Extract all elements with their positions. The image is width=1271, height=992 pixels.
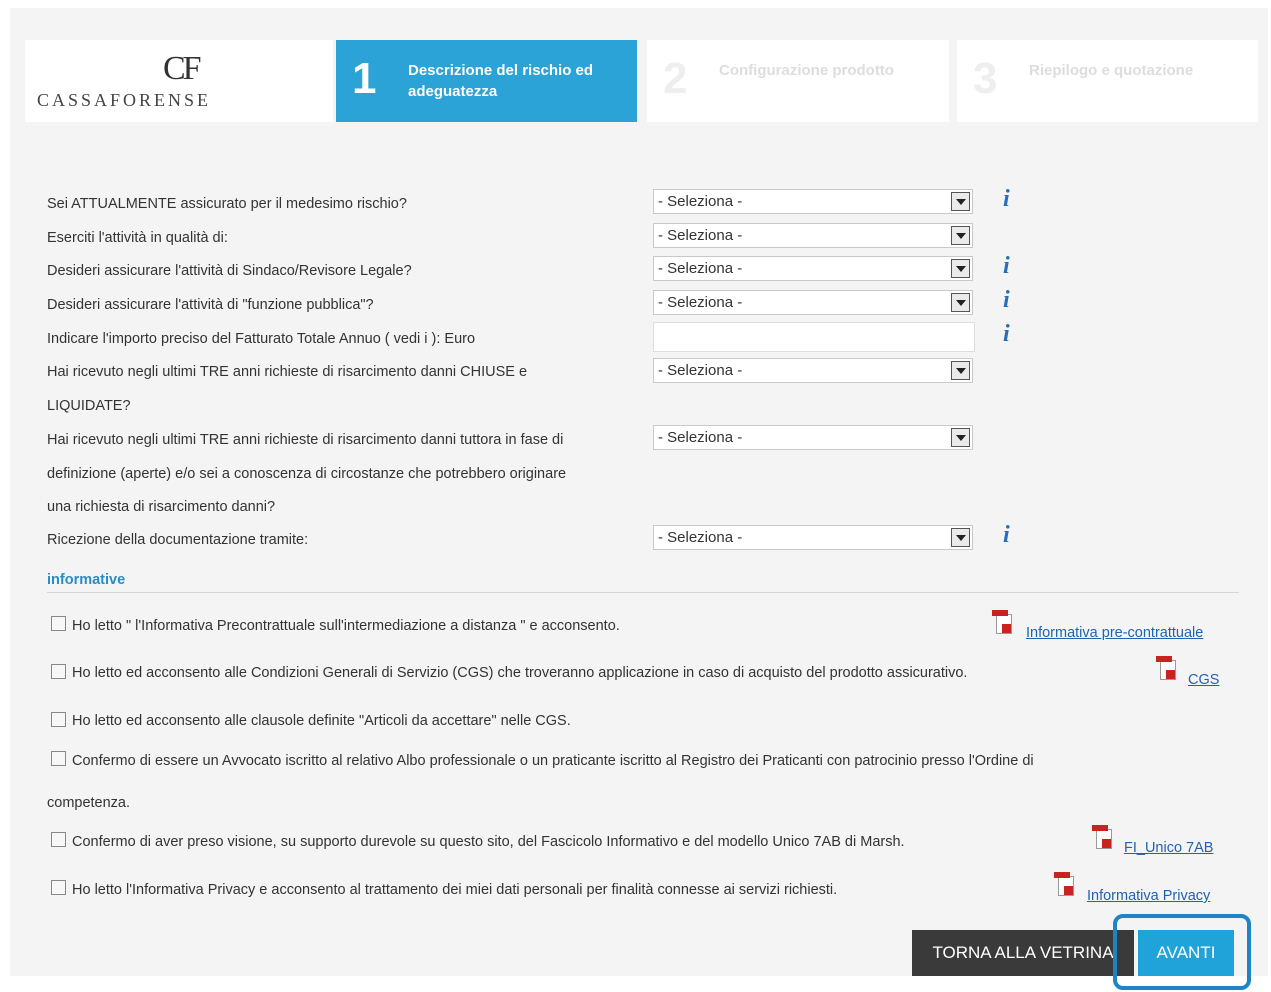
checkbox-label: Ho letto l'Informativa Privacy e acconse… (72, 882, 838, 898)
select-value: - Seleziona - (658, 193, 743, 210)
checkbox-label: competenza. (47, 795, 131, 811)
revenue-input[interactable] (653, 322, 975, 352)
checkbox-precontractual[interactable] (51, 616, 66, 631)
select-closed-claims[interactable]: - Seleziona - (653, 358, 973, 383)
question-label: Indicare l'importo preciso del Fatturato… (47, 331, 476, 347)
link-precontractual[interactable]: Informativa pre-contrattuale (1026, 625, 1203, 641)
section-title: informative (47, 572, 126, 588)
select-value: - Seleziona - (658, 362, 743, 379)
select-insured[interactable]: - Seleziona - (653, 189, 973, 214)
step-number: 2 (663, 54, 688, 103)
select-value: - Seleziona - (658, 429, 743, 446)
link-fascicolo[interactable]: FI_Unico 7AB (1124, 840, 1213, 856)
back-to-showcase-button[interactable]: TORNA ALLA VETRINA (912, 930, 1134, 976)
chevron-down-icon[interactable] (951, 361, 970, 380)
pdf-icon[interactable] (1156, 656, 1176, 682)
info-icon[interactable]: i (1003, 253, 1010, 280)
question-label: definizione (aperte) e/o sei a conoscenz… (47, 466, 567, 482)
logo-mark: CF (163, 50, 202, 87)
select-value: - Seleziona - (658, 529, 743, 546)
pdf-icon[interactable] (992, 610, 1012, 636)
chevron-down-icon[interactable] (951, 528, 970, 547)
step-label: Configurazione prodotto (719, 62, 894, 79)
checkbox-label: Confermo di essere un Avvocato iscritto … (72, 753, 1034, 769)
info-icon[interactable]: i (1003, 321, 1010, 348)
checkbox-clauses[interactable] (51, 712, 66, 727)
chevron-down-icon[interactable] (951, 259, 970, 278)
question-label: una richiesta di risarcimento danni? (47, 499, 276, 515)
question-label: LIQUIDATE? (47, 398, 131, 414)
checkbox-privacy[interactable] (51, 880, 66, 895)
select-value: - Seleziona - (658, 227, 743, 244)
select-public-function[interactable]: - Seleziona - (653, 290, 973, 315)
select-role[interactable]: - Seleziona - (653, 223, 973, 248)
chevron-down-icon[interactable] (951, 192, 970, 211)
chevron-down-icon[interactable] (951, 428, 970, 447)
select-open-claims[interactable]: - Seleziona - (653, 425, 973, 450)
chevron-down-icon[interactable] (951, 226, 970, 245)
question-label: Hai ricevuto negli ultimi TRE anni richi… (47, 364, 528, 380)
checkbox-label: Ho letto ed acconsento alle clausole def… (72, 713, 571, 729)
step-number: 1 (352, 54, 377, 103)
link-cgs[interactable]: CGS (1188, 672, 1219, 688)
info-icon[interactable]: i (1003, 522, 1010, 549)
select-sindaco[interactable]: - Seleziona - (653, 256, 973, 281)
select-delivery[interactable]: - Seleziona - (653, 525, 973, 550)
highlight-frame (1113, 914, 1251, 990)
pdf-icon[interactable] (1092, 825, 1112, 851)
question-label: Eserciti l'attività in qualità di: (47, 230, 228, 246)
step-1: 1 Descrizione del rischio ed adeguatezza (336, 40, 637, 122)
checkbox-cgs[interactable] (51, 664, 66, 679)
question-label: Hai ricevuto negli ultimi TRE anni richi… (47, 432, 564, 448)
question-label: Desideri assicurare l'attività di Sindac… (47, 263, 412, 279)
step-label: Descrizione del rischio ed adeguatezza (408, 62, 594, 100)
checkbox-label: Ho letto ed acconsento alle Condizioni G… (72, 665, 968, 681)
question-label: Desideri assicurare l'attività di "funzi… (47, 297, 374, 313)
chevron-down-icon[interactable] (951, 293, 970, 312)
question-label: Ricezione della documentazione tramite: (47, 532, 309, 548)
question-label: Sei ATTUALMENTE assicurato per il medesi… (47, 196, 407, 212)
divider (47, 592, 1239, 593)
step-2: 2 Configurazione prodotto (647, 40, 949, 122)
logo-text: CASSAFORENSE (37, 90, 212, 110)
info-icon[interactable]: i (1003, 186, 1010, 213)
checkbox-lawyer[interactable] (51, 751, 66, 766)
link-privacy[interactable]: Informativa Privacy (1087, 888, 1210, 904)
checkbox-label: Confermo di aver preso visione, su suppo… (72, 834, 905, 850)
pdf-icon[interactable] (1054, 872, 1074, 898)
step-3: 3 Riepilogo e quotazione (957, 40, 1258, 122)
checkbox-fascicolo[interactable] (51, 832, 66, 847)
checkbox-label: Ho letto " l'Informativa Precontrattuale… (72, 618, 620, 634)
step-number: 3 (973, 54, 998, 103)
info-icon[interactable]: i (1003, 287, 1010, 314)
select-value: - Seleziona - (658, 260, 743, 277)
select-value: - Seleziona - (658, 294, 743, 311)
step-label: Riepilogo e quotazione (1029, 62, 1194, 79)
logo: CF CASSAFORENSE (25, 40, 333, 122)
